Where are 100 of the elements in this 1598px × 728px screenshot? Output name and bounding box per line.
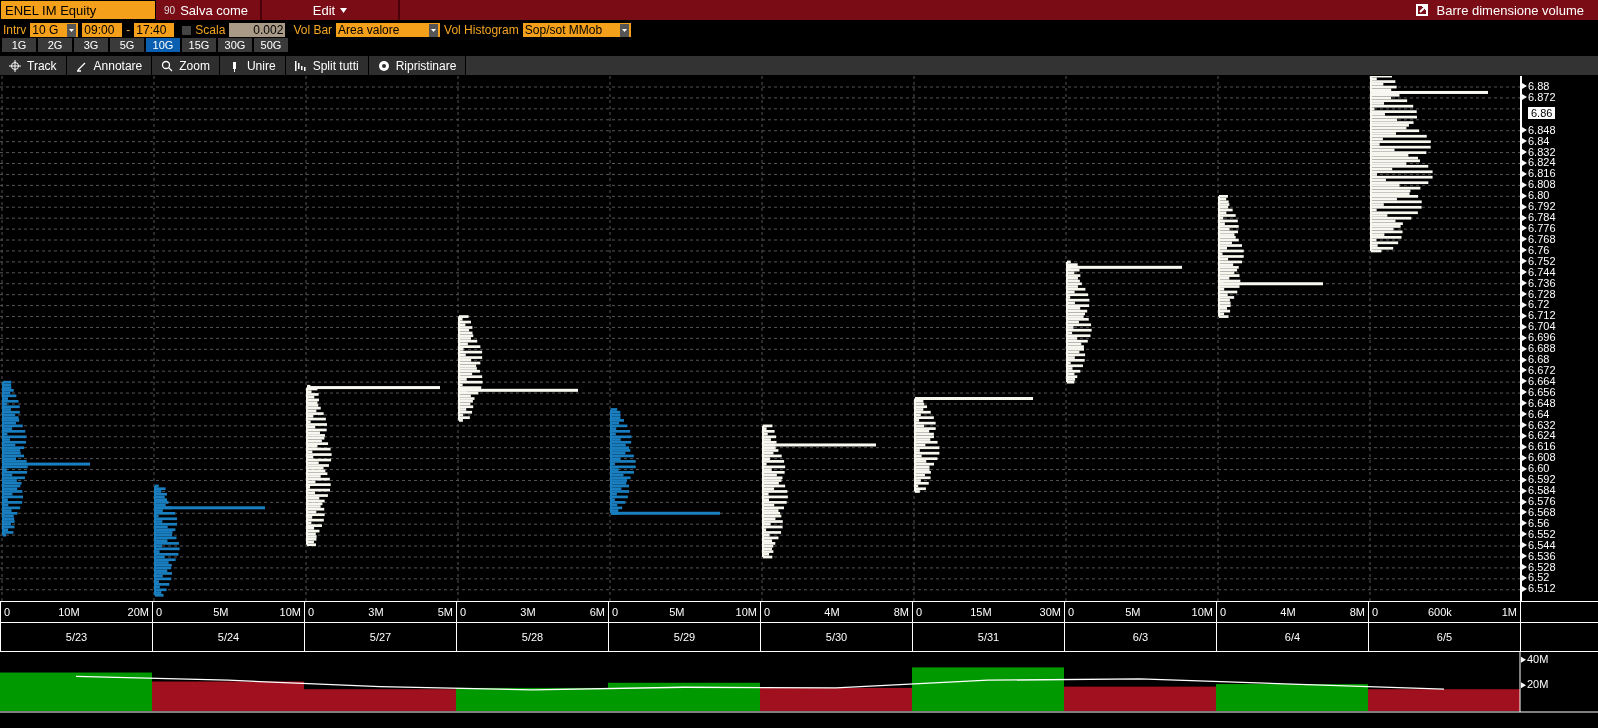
price-tick-label: 6.848 xyxy=(1528,124,1556,136)
period-button[interactable]: 50G xyxy=(254,38,288,52)
price-tick-label: 6.84 xyxy=(1528,135,1550,147)
volume-tick-label: 0 xyxy=(916,606,923,618)
price-tick-label: 6.792 xyxy=(1528,201,1556,213)
volume-tick-label: 10M xyxy=(735,606,757,618)
price-tick-label: 6.568 xyxy=(1528,506,1556,518)
price-tick-label: 6.544 xyxy=(1528,539,1556,551)
price-tick-label: 6.56 xyxy=(1528,517,1550,529)
price-tick-label: 6.768 xyxy=(1528,233,1556,245)
volume-tick-label: 4M xyxy=(824,606,840,618)
volume-tick-label: 3M xyxy=(368,606,384,618)
price-tick-label: 6.728 xyxy=(1528,288,1556,300)
interval-dropdown[interactable]: 10 G xyxy=(30,23,79,37)
price-tick-label: 6.808 xyxy=(1528,179,1556,191)
price-tick-label: 6.664 xyxy=(1528,375,1556,387)
price-tick-label: 6.584 xyxy=(1528,485,1556,497)
start-time-field[interactable]: 09:00 xyxy=(82,23,123,37)
period-button[interactable]: 30G xyxy=(218,38,252,52)
time-separator: - xyxy=(126,23,131,37)
price-tick-label: 6.76 xyxy=(1528,244,1550,256)
volume-tick-label: 15M xyxy=(970,606,992,618)
security-field[interactable]: ENEL IM Equity xyxy=(0,0,156,20)
volume-axis-label: 40M xyxy=(1527,652,1549,665)
volume-axis-label: 20M xyxy=(1527,678,1549,691)
price-tick-label: 6.60 xyxy=(1528,463,1550,475)
price-tick-label: 6.88 xyxy=(1528,80,1550,92)
date-label: 5/27 xyxy=(369,631,392,643)
period-button[interactable]: 15G xyxy=(182,38,216,52)
period-button[interactable]: 5G xyxy=(110,38,144,52)
scale-label: Scala xyxy=(195,23,226,37)
price-tick-label: 6.744 xyxy=(1528,266,1556,278)
caret-icon xyxy=(340,7,348,13)
interval-label: Intrv xyxy=(3,23,27,37)
price-tick-label: 6.624 xyxy=(1528,430,1556,442)
date-label: 6/5 xyxy=(1436,631,1453,643)
volume-tick-label: 0 xyxy=(1068,606,1075,618)
price-tick-label: 6.696 xyxy=(1528,332,1556,344)
date-label: 5/30 xyxy=(825,631,848,643)
price-tick-label: 6.536 xyxy=(1528,550,1556,562)
price-tick-label: 6.784 xyxy=(1528,212,1556,224)
end-time-field[interactable]: 17:40 xyxy=(134,23,175,37)
volume-tick-label: 20M xyxy=(127,606,149,618)
date-label: 5/23 xyxy=(65,631,88,643)
period-button[interactable]: 2G xyxy=(38,38,72,52)
vol-bar-dropdown[interactable]: Area valore xyxy=(336,23,441,37)
price-tick-label: 6.872 xyxy=(1528,91,1556,103)
scale-checkbox[interactable] xyxy=(182,25,192,35)
price-tick-label: 6.68 xyxy=(1528,354,1550,366)
volume-tick-label: 30M xyxy=(1039,606,1061,618)
price-tick-label: 6.512 xyxy=(1528,583,1556,595)
volume-tick-label: 600k xyxy=(1428,606,1452,618)
price-tick-label: 6.712 xyxy=(1528,310,1556,322)
volume-tick-label: 0 xyxy=(764,606,771,618)
volume-tick-label: 5M xyxy=(669,606,685,618)
date-label: 5/31 xyxy=(977,631,1000,643)
volume-tick-label: 4M xyxy=(1280,606,1296,618)
price-tick-label: 6.72 xyxy=(1528,299,1550,311)
volume-tick-label: 0 xyxy=(308,606,315,618)
price-tick-label: 6.80 xyxy=(1528,190,1550,202)
volume-tick-label: 5M xyxy=(1125,606,1141,618)
volume-tick-label: 0 xyxy=(1220,606,1227,618)
volume-tick-label: 1M xyxy=(1501,606,1517,618)
date-label: 6/3 xyxy=(1132,631,1149,643)
price-tick-label: 6.52 xyxy=(1528,572,1550,584)
price-tick-label: 6.576 xyxy=(1528,496,1556,507)
price-tick-label: 6.648 xyxy=(1528,397,1556,409)
period-button[interactable]: 1G xyxy=(2,38,36,52)
period-button[interactable]: 3G xyxy=(74,38,108,52)
crosshair-icon xyxy=(9,59,21,72)
date-label: 5/28 xyxy=(521,631,544,643)
price-tick-label: 6.552 xyxy=(1528,528,1556,540)
volume-tick-label: 10M xyxy=(279,606,301,618)
volume-tick-label: 10M xyxy=(58,606,80,618)
volume-tick-label: 0 xyxy=(612,606,619,618)
date-label: 5/24 xyxy=(217,631,240,643)
period-button[interactable]: 10G xyxy=(146,38,180,52)
volume-tick-label: 5M xyxy=(213,606,229,618)
price-tick-label: 6.752 xyxy=(1528,255,1556,267)
volume-tick-label: 0 xyxy=(156,606,163,618)
price-tick-label: 6.736 xyxy=(1528,277,1556,289)
scale-field[interactable]: 0.002 xyxy=(229,23,286,37)
volume-tick-label: 6M xyxy=(589,606,605,618)
vol-bar-label: Vol Bar xyxy=(293,23,333,37)
volume-tick-label: 5M xyxy=(437,606,453,618)
last-price-tag: 6.86 xyxy=(1528,107,1556,119)
vol-histogram-dropdown[interactable]: Sop/sot MMob xyxy=(522,23,631,37)
price-tick-label: 6.688 xyxy=(1528,343,1556,355)
volume-tick-label: 10M xyxy=(1191,606,1213,618)
volume-tick-label: 3M xyxy=(520,606,536,618)
price-tick-label: 6.824 xyxy=(1528,157,1556,169)
price-tick-label: 6.704 xyxy=(1528,321,1556,333)
volume-tick-label: 0 xyxy=(1372,606,1379,618)
price-tick-label: 6.616 xyxy=(1528,441,1556,453)
price-tick-label: 6.632 xyxy=(1528,419,1556,431)
volume-tick-label: 8M xyxy=(893,606,909,618)
price-tick-label: 6.608 xyxy=(1528,452,1556,464)
external-link-icon xyxy=(1414,3,1429,17)
volume-tick-label: 0 xyxy=(4,606,11,618)
volume-tick-label: 8M xyxy=(1349,606,1365,618)
